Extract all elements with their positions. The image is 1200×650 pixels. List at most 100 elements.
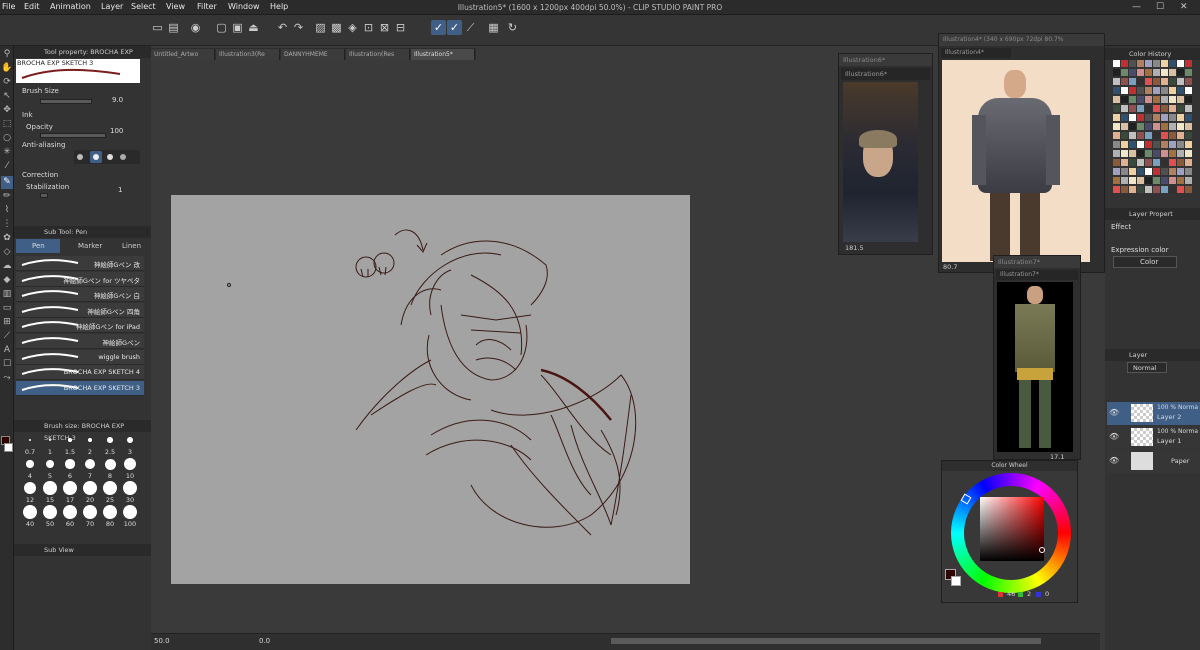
export-icon[interactable]: ⏏ bbox=[246, 20, 261, 35]
history-swatch[interactable] bbox=[1177, 132, 1184, 139]
history-swatch[interactable] bbox=[1153, 60, 1160, 67]
history-swatch[interactable] bbox=[1177, 186, 1184, 193]
history-swatch[interactable] bbox=[1185, 150, 1192, 157]
snap-ruler-icon[interactable]: ✓ bbox=[431, 20, 446, 35]
eye-icon[interactable]: 👁 bbox=[1109, 408, 1119, 417]
history-swatch[interactable] bbox=[1137, 132, 1144, 139]
history-swatch[interactable] bbox=[1153, 150, 1160, 157]
history-swatch[interactable] bbox=[1121, 168, 1128, 175]
history-swatch[interactable] bbox=[1169, 69, 1176, 76]
history-swatch[interactable] bbox=[1153, 159, 1160, 166]
brush-size-dot[interactable] bbox=[84, 458, 96, 470]
minimize-icon[interactable]: — bbox=[1132, 2, 1141, 12]
hand-tool-icon[interactable]: ✋ bbox=[1, 62, 13, 75]
history-swatch[interactable] bbox=[1145, 114, 1152, 121]
new-file-icon[interactable]: ▭ bbox=[150, 20, 165, 35]
eraser-icon[interactable]: ◇ bbox=[1, 246, 13, 259]
history-swatch[interactable] bbox=[1177, 87, 1184, 94]
tab-linen[interactable]: Linen bbox=[108, 239, 148, 253]
brush-size-slider[interactable] bbox=[40, 99, 92, 104]
history-swatch[interactable] bbox=[1185, 168, 1192, 175]
brush-item[interactable]: wiggle brush bbox=[16, 349, 144, 365]
fill-tool-icon[interactable]: ◆ bbox=[1, 274, 13, 287]
color-picker-cursor[interactable] bbox=[1039, 547, 1045, 553]
brush-size-dot[interactable] bbox=[87, 437, 93, 443]
zoom-value[interactable]: 50.0 bbox=[154, 637, 170, 645]
illustration4-tab[interactable]: Illustration4* bbox=[941, 48, 1011, 58]
history-swatch[interactable] bbox=[1185, 114, 1192, 121]
b-value[interactable]: 0 bbox=[1045, 590, 1049, 598]
history-swatch[interactable] bbox=[1129, 177, 1136, 184]
history-swatch[interactable] bbox=[1153, 114, 1160, 121]
history-swatch[interactable] bbox=[1153, 168, 1160, 175]
history-swatch[interactable] bbox=[1137, 105, 1144, 112]
brush-size-dot[interactable] bbox=[124, 458, 136, 470]
maximize-icon[interactable]: ☐ bbox=[1156, 2, 1164, 12]
illustration6-zoom[interactable]: 181.5 bbox=[845, 244, 864, 252]
history-swatch[interactable] bbox=[1177, 159, 1184, 166]
clear-outside-icon[interactable]: ▩ bbox=[329, 20, 344, 35]
brush-size-dot[interactable] bbox=[45, 459, 55, 469]
menu-file[interactable]: File bbox=[2, 2, 15, 11]
history-swatch[interactable] bbox=[1145, 159, 1152, 166]
history-swatch[interactable] bbox=[1185, 60, 1192, 67]
history-swatch[interactable] bbox=[1121, 150, 1128, 157]
history-swatch[interactable] bbox=[1129, 150, 1136, 157]
history-swatch[interactable] bbox=[1169, 96, 1176, 103]
rotation-value[interactable]: 0.0 bbox=[259, 637, 270, 645]
history-swatch[interactable] bbox=[1113, 186, 1120, 193]
history-swatch[interactable] bbox=[1177, 60, 1184, 67]
history-swatch[interactable] bbox=[1169, 168, 1176, 175]
tab-dannyhmeme[interactable]: DANNYHMEME bbox=[281, 49, 345, 60]
history-swatch[interactable] bbox=[1129, 123, 1136, 130]
history-swatch[interactable] bbox=[1137, 159, 1144, 166]
brush-size-dot[interactable] bbox=[63, 505, 77, 519]
illustration4-zoom[interactable]: 80.7 bbox=[943, 263, 957, 271]
history-swatch[interactable] bbox=[1121, 87, 1128, 94]
rotate-tool-icon[interactable]: ⟳ bbox=[1, 76, 13, 89]
brush-size-dot[interactable] bbox=[123, 481, 137, 495]
history-swatch[interactable] bbox=[1137, 168, 1144, 175]
history-swatch[interactable] bbox=[1145, 69, 1152, 76]
brush-size-dot[interactable] bbox=[26, 460, 34, 468]
history-swatch[interactable] bbox=[1185, 96, 1192, 103]
opacity-value[interactable]: 100 bbox=[110, 127, 123, 135]
history-swatch[interactable] bbox=[1169, 159, 1176, 166]
anti-aliasing-options[interactable] bbox=[74, 150, 140, 164]
selection-tool-icon[interactable]: ⬚ bbox=[1, 118, 13, 131]
history-swatch[interactable] bbox=[1185, 141, 1192, 148]
brush-size-dot[interactable] bbox=[43, 481, 57, 495]
history-swatch[interactable] bbox=[1137, 114, 1144, 121]
menu-animation[interactable]: Animation bbox=[50, 2, 91, 11]
brush-size-dot[interactable] bbox=[126, 436, 134, 444]
history-swatch[interactable] bbox=[1113, 177, 1120, 184]
history-swatch[interactable] bbox=[1185, 159, 1192, 166]
drawing-canvas[interactable] bbox=[171, 195, 690, 584]
menu-select[interactable]: Select bbox=[131, 2, 156, 11]
menu-help[interactable]: Help bbox=[270, 2, 288, 11]
saturation-value-square[interactable] bbox=[980, 497, 1044, 561]
history-swatch[interactable] bbox=[1129, 87, 1136, 94]
brush-size-dot[interactable] bbox=[23, 481, 37, 495]
history-swatch[interactable] bbox=[1153, 123, 1160, 130]
history-swatch[interactable] bbox=[1145, 60, 1152, 67]
brush-size-dot[interactable] bbox=[107, 437, 113, 443]
fill-icon[interactable]: ◈ bbox=[345, 20, 360, 35]
history-swatch[interactable] bbox=[1169, 114, 1176, 121]
brush-size-dot[interactable] bbox=[103, 505, 117, 519]
blend-icon[interactable]: ☁ bbox=[1, 260, 13, 273]
history-swatch[interactable] bbox=[1161, 159, 1168, 166]
magic-wand-icon[interactable]: ✳ bbox=[1, 146, 13, 159]
history-swatch[interactable] bbox=[1137, 60, 1144, 67]
history-swatch[interactable] bbox=[1153, 105, 1160, 112]
eye-icon[interactable]: 👁 bbox=[1109, 432, 1119, 441]
snap-grid-icon[interactable]: ⟋ bbox=[463, 20, 478, 35]
history-swatch[interactable] bbox=[1177, 141, 1184, 148]
expression-color-select[interactable]: Color bbox=[1113, 256, 1177, 268]
history-swatch[interactable] bbox=[1153, 87, 1160, 94]
invert-selection-icon[interactable]: ⊟ bbox=[393, 20, 408, 35]
history-swatch[interactable] bbox=[1185, 69, 1192, 76]
decoration-icon[interactable]: ✿ bbox=[1, 232, 13, 245]
history-swatch[interactable] bbox=[1113, 132, 1120, 139]
pen-tool-icon[interactable]: ✎ bbox=[1, 176, 13, 189]
